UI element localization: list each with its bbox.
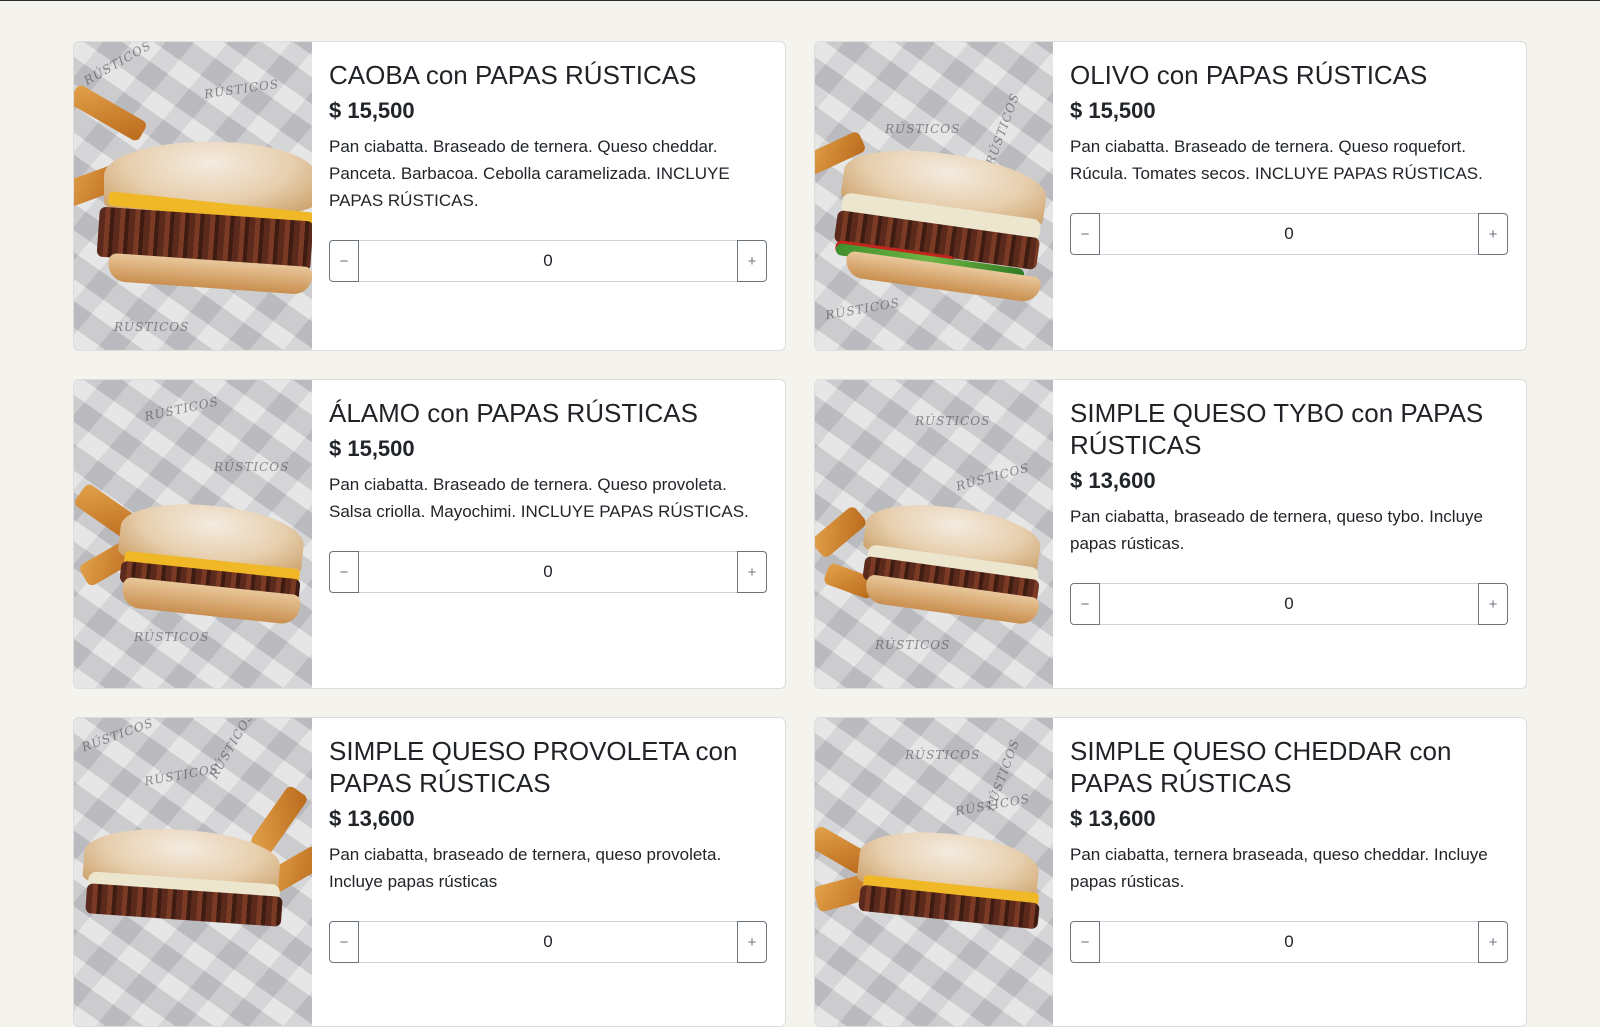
wrapper-print: RÚSTICOS: [905, 748, 981, 762]
wrapper-print: RÚSTICOS: [214, 460, 290, 474]
product-description: Pan ciabatta. Braseado de ternera. Queso…: [329, 137, 730, 210]
increment-button[interactable]: +: [737, 921, 767, 963]
product-info: ÁLAMO con PAPAS RÚSTICAS $ 15,500 Pan ci…: [312, 380, 785, 688]
wrapper-print: RÚSTICOS: [875, 638, 951, 652]
product-info: SIMPLE QUESO CHEDDAR con PAPAS RÚSTICAS …: [1053, 718, 1526, 1026]
product-price: $ 13,600: [1070, 806, 1156, 831]
product-grid: RÚSTICOS RÚSTICOS RÚSTICOS CAOBA con PAP…: [73, 41, 1527, 1027]
product-image[interactable]: RÚSTICOS RÚSTICOS RÚSTICOS: [74, 718, 312, 1026]
decrement-button[interactable]: −: [329, 240, 359, 282]
product-info: CAOBA con PAPAS RÚSTICAS $ 15,500 Pan ci…: [312, 42, 785, 350]
product-price: $ 15,500: [329, 98, 415, 123]
increment-button[interactable]: +: [1478, 921, 1508, 963]
quantity-input[interactable]: [1100, 213, 1478, 255]
product-info: SIMPLE QUESO TYBO con PAPAS RÚSTICAS $ 1…: [1053, 380, 1526, 688]
wrapper-print: RÚSTICOS: [114, 320, 190, 334]
product-image[interactable]: RÚSTICOS RÚSTICOS RÚSTICOS: [815, 380, 1053, 688]
product-price: $ 15,500: [329, 436, 415, 461]
product-price: $ 13,600: [329, 806, 415, 831]
product-card-simple-queso-cheddar: RÚSTICOS RÚSTICOS RÚSTICOS SIMPLE QUESO …: [814, 717, 1527, 1027]
quantity-input[interactable]: [1100, 583, 1478, 625]
quantity-input[interactable]: [359, 921, 737, 963]
quantity-input[interactable]: [1100, 921, 1478, 963]
quantity-stepper: − +: [1070, 213, 1508, 255]
increment-button[interactable]: +: [737, 551, 767, 593]
fries: [815, 504, 869, 560]
quantity-stepper: − +: [1070, 583, 1508, 625]
product-info: OLIVO con PAPAS RÚSTICAS $ 15,500 Pan ci…: [1053, 42, 1526, 350]
product-image[interactable]: RÚSTICOS RÚSTICOS RÚSTICOS: [815, 42, 1053, 350]
product-description: Pan ciabatta. Braseado de ternera. Queso…: [1070, 137, 1483, 183]
product-card-alamo: RÚSTICOS RÚSTICOS RÚSTICOS ÁLAMO con PAP…: [73, 379, 786, 689]
quantity-stepper: − +: [329, 240, 767, 282]
product-image[interactable]: RÚSTICOS RÚSTICOS RÚSTICOS: [815, 718, 1053, 1026]
product-title: SIMPLE QUESO CHEDDAR con PAPAS RÚSTICAS: [1070, 736, 1452, 798]
wrapper-print: RÚSTICOS: [134, 630, 210, 644]
product-card-olivo: RÚSTICOS RÚSTICOS RÚSTICOS OLIVO con PAP…: [814, 41, 1527, 351]
wrapper-print: RÚSTICOS: [143, 394, 220, 424]
product-title: SIMPLE QUESO PROVOLETA con PAPAS RÚSTICA…: [329, 736, 738, 798]
product-description: Pan ciabatta, braseado de ternera, queso…: [1070, 507, 1483, 553]
decrement-button[interactable]: −: [1070, 583, 1100, 625]
wrapper-print: RÚSTICOS: [824, 295, 902, 323]
increment-button[interactable]: +: [1478, 583, 1508, 625]
wrapper-print: RÚSTICOS: [983, 91, 1023, 167]
quantity-stepper: − +: [329, 921, 767, 963]
increment-button[interactable]: +: [1478, 213, 1508, 255]
top-border: [0, 0, 1600, 1]
wrapper-print: RÚSTICOS: [81, 42, 154, 88]
product-title: OLIVO con PAPAS RÚSTICAS: [1070, 60, 1428, 90]
decrement-button[interactable]: −: [1070, 213, 1100, 255]
product-card-simple-queso-tybo: RÚSTICOS RÚSTICOS RÚSTICOS SIMPLE QUESO …: [814, 379, 1527, 689]
wrapper-print: RÚSTICOS: [206, 718, 257, 782]
product-image[interactable]: RÚSTICOS RÚSTICOS RÚSTICOS: [74, 42, 312, 350]
product-info: SIMPLE QUESO PROVOLETA con PAPAS RÚSTICA…: [312, 718, 785, 1026]
fries: [74, 83, 149, 143]
decrement-button[interactable]: −: [329, 551, 359, 593]
product-price: $ 13,600: [1070, 468, 1156, 493]
quantity-input[interactable]: [359, 551, 737, 593]
product-title: ÁLAMO con PAPAS RÚSTICAS: [329, 398, 698, 428]
decrement-button[interactable]: −: [329, 921, 359, 963]
product-description: Pan ciabatta, ternera braseada, queso ch…: [1070, 845, 1488, 891]
wrapper-print: RÚSTICOS: [915, 414, 991, 428]
product-card-caoba: RÚSTICOS RÚSTICOS RÚSTICOS CAOBA con PAP…: [73, 41, 786, 351]
quantity-input[interactable]: [359, 240, 737, 282]
wrapper-print: RÚSTICOS: [954, 460, 1031, 494]
product-description: Pan ciabatta. Braseado de ternera. Queso…: [329, 475, 749, 521]
product-price: $ 15,500: [1070, 98, 1156, 123]
decrement-button[interactable]: −: [1070, 921, 1100, 963]
product-title: CAOBA con PAPAS RÚSTICAS: [329, 60, 697, 90]
product-image[interactable]: RÚSTICOS RÚSTICOS RÚSTICOS: [74, 380, 312, 688]
increment-button[interactable]: +: [737, 240, 767, 282]
quantity-stepper: − +: [1070, 921, 1508, 963]
product-title: SIMPLE QUESO TYBO con PAPAS RÚSTICAS: [1070, 398, 1484, 460]
quantity-stepper: − +: [329, 551, 767, 593]
wrapper-print: RÚSTICOS: [885, 122, 961, 136]
product-card-simple-queso-provoleta: RÚSTICOS RÚSTICOS RÚSTICOS SIMPLE QUESO …: [73, 717, 786, 1027]
product-description: Pan ciabatta, braseado de ternera, queso…: [329, 845, 722, 891]
wrapper-print: RÚSTICOS: [79, 718, 156, 755]
wrapper-print: RÚSTICOS: [203, 76, 280, 102]
